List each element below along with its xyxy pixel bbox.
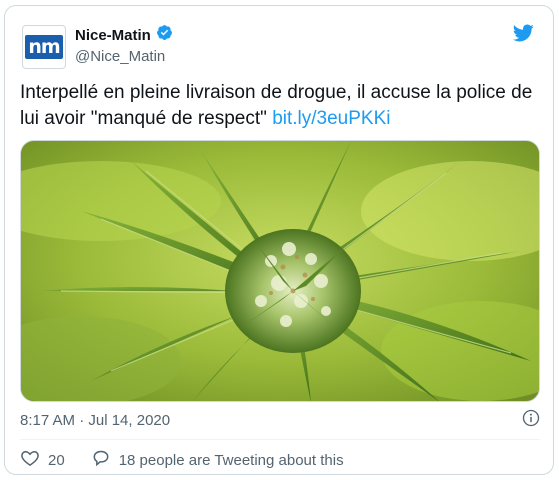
verified-badge-icon <box>156 24 173 46</box>
heart-icon <box>20 448 40 472</box>
avatar-logo: nm <box>25 35 63 59</box>
tweet-meta: 8:17 AM · Jul 14, 2020 <box>20 409 540 431</box>
conversation-text: 18 people are Tweeting about this <box>118 451 344 469</box>
tweet-card[interactable]: nm Nice-Matin @Nice_Matin Interpellé en … <box>4 5 554 475</box>
author-display-name[interactable]: Nice-Matin <box>75 27 151 44</box>
tweet-header: nm Nice-Matin @Nice_Matin <box>20 20 540 70</box>
tweet-text: Interpellé en pleine livraison de drogue… <box>20 80 540 132</box>
author-handle[interactable]: @Nice_Matin <box>75 48 173 65</box>
avatar[interactable]: nm <box>22 25 66 69</box>
info-icon[interactable] <box>522 409 540 432</box>
conversation-button[interactable]: 18 people are Tweeting about this <box>91 448 344 472</box>
speech-bubble-icon <box>91 448 111 472</box>
tweet-media-image[interactable] <box>20 140 540 402</box>
tweet-actions: 20 18 people are Tweeting about this <box>20 448 540 472</box>
tweet-timestamp[interactable]: 8:17 AM · Jul 14, 2020 <box>20 412 170 429</box>
divider <box>20 439 540 440</box>
cannabis-plant-image <box>21 141 539 401</box>
tweet-link[interactable]: bit.ly/3euPKKi <box>272 108 390 129</box>
author-block[interactable]: Nice-Matin @Nice_Matin <box>75 25 173 65</box>
like-button[interactable]: 20 <box>20 448 65 472</box>
like-count: 20 <box>48 451 65 469</box>
